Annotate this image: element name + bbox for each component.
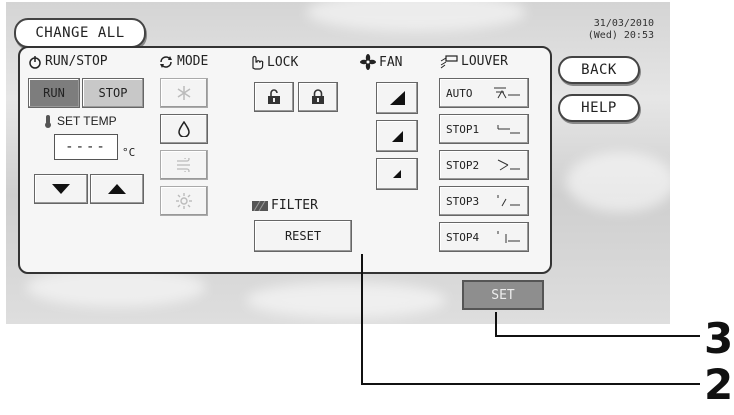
callout-number-2: 2 (704, 360, 734, 409)
callout-number-3: 3 (704, 314, 734, 363)
callout-lines (361, 254, 700, 385)
callout-line-2 (361, 254, 700, 385)
callout-line-3 (495, 312, 700, 337)
